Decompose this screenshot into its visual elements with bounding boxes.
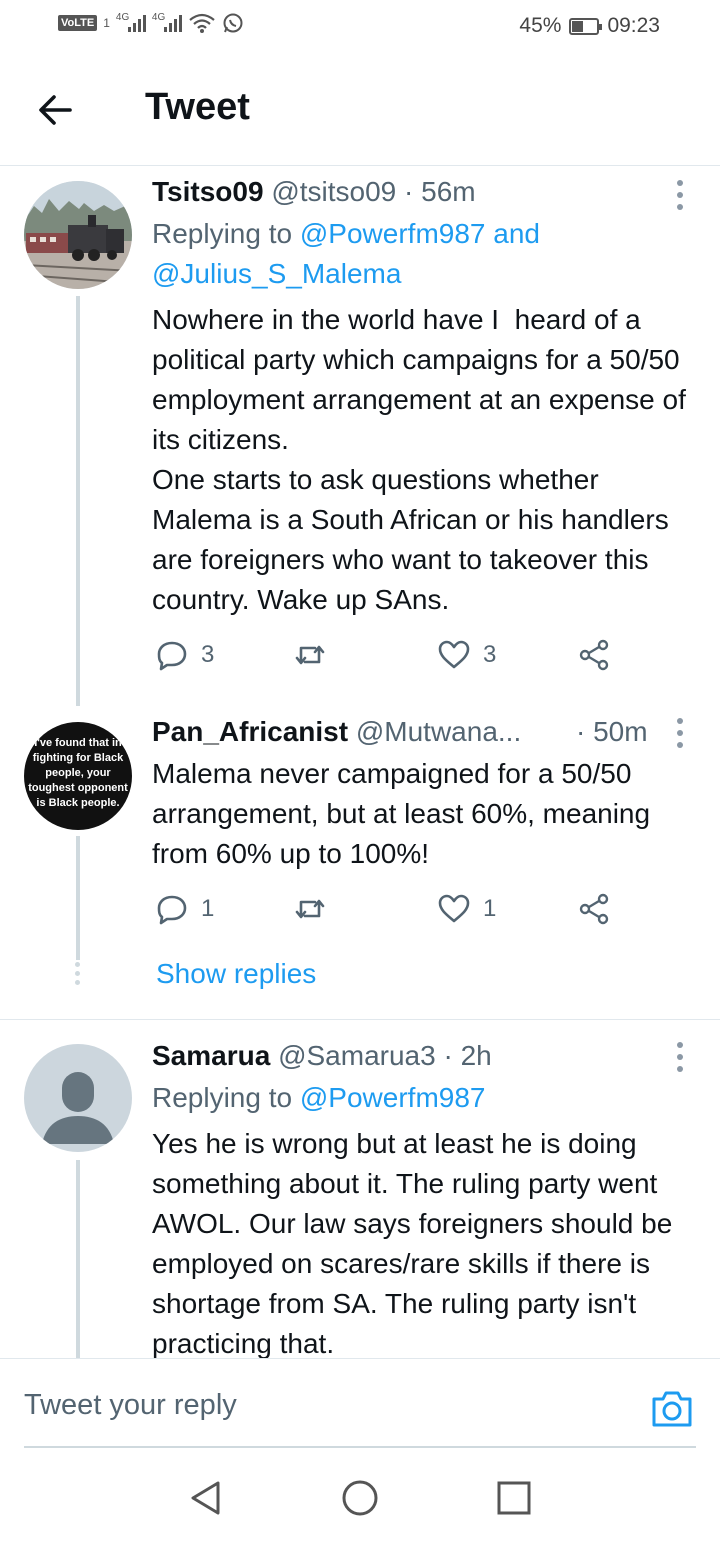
share-icon <box>579 893 609 925</box>
volte-badge: VoLTE <box>58 15 98 31</box>
network-type-label: 4G <box>115 12 130 23</box>
reply-button[interactable]: 3 <box>155 638 214 672</box>
battery-fill <box>572 20 584 32</box>
tweet-text: Yes he is wrong but at least he is doing… <box>152 1128 681 1358</box>
header: Tweet <box>0 56 720 166</box>
status-right: 45% 09:23 <box>519 14 660 38</box>
reply-button[interactable]: 1 <box>155 892 214 926</box>
share-icon <box>579 639 609 671</box>
status-bar: VoLTE 1 4G 4G 45% 09:23 <box>0 0 720 56</box>
like-count: 3 <box>483 641 497 668</box>
signal-icon: 4G <box>115 12 146 32</box>
mention-link[interactable]: @Powerfm987 <box>300 1082 486 1113</box>
reply-icon <box>157 641 187 671</box>
timestamp: · 56m <box>404 176 476 207</box>
more-options-icon[interactable] <box>674 180 686 210</box>
battery-percent: 45% <box>519 14 562 37</box>
more-options-icon[interactable] <box>674 718 686 748</box>
reply-icon <box>157 895 187 925</box>
replying-to: Replying to @Powerfm987 and @Julius_S_Ma… <box>152 214 692 294</box>
thread-line <box>76 296 80 706</box>
quote-avatar-text: I've found that in fighting for Black pe… <box>28 737 128 809</box>
system-nav-bar <box>0 1450 720 1541</box>
retweet-icon <box>295 645 325 665</box>
tweet-text: Malema never campaigned for a 50/50 arra… <box>152 758 658 869</box>
like-button[interactable]: 3 <box>437 638 496 672</box>
nav-back-icon[interactable] <box>186 1478 226 1518</box>
sim-number: 1 <box>103 16 110 30</box>
avatar[interactable] <box>24 1044 132 1152</box>
replying-to: Replying to @Powerfm987 <box>152 1078 692 1118</box>
camera-icon[interactable] <box>650 1387 694 1429</box>
battery-icon <box>569 17 603 35</box>
share-button[interactable] <box>577 892 611 926</box>
tweet[interactable]: Samarua @Samarua3 · 2h Replying to @Powe… <box>0 1020 720 1358</box>
replying-to-label: Replying to <box>152 1082 300 1113</box>
status-left: VoLTE 1 4G 4G <box>58 12 244 34</box>
share-button[interactable] <box>577 638 611 672</box>
heart-icon <box>438 894 470 923</box>
timestamp: · 2h <box>443 1040 492 1071</box>
avatar[interactable]: I've found that in fighting for Black pe… <box>24 722 132 830</box>
tweet-header: Tsitso09 @tsitso09 · 56m <box>152 176 476 208</box>
clock: 09:23 <box>607 14 660 37</box>
timestamp: · 50m <box>576 716 648 747</box>
avatar[interactable] <box>24 181 132 289</box>
mention-link[interactable]: @Powerfm987 and <box>300 218 540 249</box>
handle[interactable]: @Samarua3 <box>278 1040 436 1071</box>
reply-underline <box>24 1446 696 1448</box>
display-name[interactable]: Samarua <box>152 1040 270 1071</box>
network-type-label-2: 4G <box>151 12 166 23</box>
tweet[interactable]: I've found that in fighting for Black pe… <box>0 706 720 1020</box>
handle[interactable]: @Mutwana... <box>356 716 521 747</box>
default-profile-icon <box>42 1072 114 1144</box>
tweet-text: Nowhere in the world have I heard of a p… <box>152 304 686 615</box>
reply-count: 1 <box>201 895 215 922</box>
tweet[interactable]: Tsitso09 @tsitso09 · 56m Replying to @Po… <box>0 166 720 706</box>
retweet-icon <box>295 899 325 919</box>
nav-recents-icon[interactable] <box>494 1478 534 1518</box>
thread-continuation-dots <box>75 962 81 985</box>
handle[interactable]: @tsitso09 <box>271 176 396 207</box>
thread-line <box>76 1160 80 1358</box>
tweet-actions: 1 1 <box>155 892 615 932</box>
reply-count: 3 <box>201 641 215 668</box>
like-count: 1 <box>483 895 497 922</box>
replying-to-label: Replying to <box>152 218 300 249</box>
nav-home-icon[interactable] <box>340 1478 380 1518</box>
mention-link-2[interactable]: @Julius_S_Malema <box>152 258 401 289</box>
retweet-button[interactable] <box>293 638 327 672</box>
whatsapp-icon <box>223 13 243 33</box>
train-photo-avatar <box>24 181 132 289</box>
tweet-actions: 3 3 <box>155 638 615 678</box>
retweet-button[interactable] <box>293 892 327 926</box>
tweet-header: Samarua @Samarua3 · 2h <box>152 1040 492 1072</box>
heart-icon <box>438 640 470 669</box>
like-button[interactable]: 1 <box>437 892 496 926</box>
more-options-icon[interactable] <box>674 1042 686 1072</box>
show-replies-link[interactable]: Show replies <box>156 958 316 990</box>
back-arrow-icon[interactable] <box>34 88 78 132</box>
signal-icon-2: 4G <box>151 12 182 32</box>
display-name[interactable]: Pan_Africanist <box>152 716 348 747</box>
display-name[interactable]: Tsitso09 <box>152 176 264 207</box>
page-title: Tweet <box>145 86 250 128</box>
thread-line <box>76 836 80 960</box>
wifi-icon <box>189 13 215 33</box>
reply-input[interactable] <box>24 1389 584 1422</box>
tweet-header: Pan_Africanist @Mutwana... <box>152 716 521 748</box>
reply-bar <box>0 1358 720 1450</box>
